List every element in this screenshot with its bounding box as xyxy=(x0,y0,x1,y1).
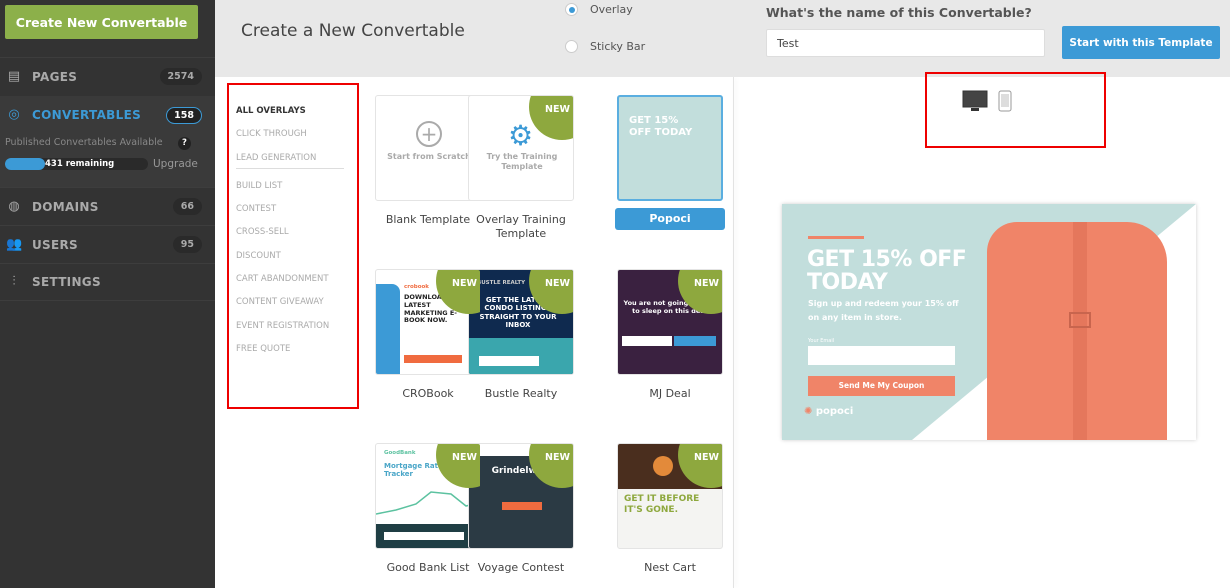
category-item[interactable]: CONTENT GIVEAWAY xyxy=(236,295,351,318)
category-item[interactable]: CONTEST xyxy=(236,202,351,225)
users-icon: 👥 xyxy=(6,236,23,252)
count-badge: 2574 xyxy=(159,68,202,85)
sidebar-item-settings[interactable]: ⫶ SETTINGS xyxy=(0,263,215,301)
template-card[interactable]: GET 15% OFF TODAY xyxy=(617,95,723,201)
template-card[interactable]: ⚙ Try the Training Template NEW xyxy=(468,95,574,201)
plus-icon: + xyxy=(416,121,442,147)
type-radio-overlay[interactable]: Overlay xyxy=(565,3,633,16)
thumbnail-text: Start from Scratch xyxy=(387,152,471,161)
remaining-text: 431 remaining xyxy=(45,159,115,169)
start-with-template-button[interactable]: Start with this Template xyxy=(1062,26,1220,59)
radio-label: Overlay xyxy=(590,3,633,16)
name-label: What's the name of this Convertable? xyxy=(766,5,1032,20)
sidebar-item-users[interactable]: 👥 USERS 95 xyxy=(0,225,215,263)
category-item[interactable]: CROSS-SELL xyxy=(236,225,351,248)
category-item[interactable]: CLICK THROUGH xyxy=(236,127,351,150)
category-item[interactable]: FREE QUOTE xyxy=(236,342,351,365)
divider xyxy=(733,77,734,588)
template-card[interactable]: Grindelwald NEW xyxy=(468,443,574,549)
accent-line xyxy=(808,236,864,239)
highlight-box xyxy=(925,72,1106,148)
category-item[interactable]: DISCOUNT xyxy=(236,249,351,272)
gear-icon: ⚙ xyxy=(508,119,534,152)
category-divider xyxy=(236,167,344,169)
upgrade-link[interactable]: Upgrade xyxy=(153,158,198,170)
template-card[interactable]: GET IT BEFORE IT'S GONE. NEW xyxy=(617,443,723,549)
new-badge: NEW xyxy=(529,96,573,140)
template-name: Nest Cart xyxy=(644,561,696,574)
sidebar-item-convertables[interactable]: ◎ CONVERTABLES 158 xyxy=(0,96,215,134)
template-name[interactable]: Popoci xyxy=(615,208,725,230)
count-badge: 95 xyxy=(172,236,202,253)
thumbnail-brand: crobook xyxy=(404,284,429,290)
header: Create a New Convertable Overlay Sticky … xyxy=(215,0,1230,77)
create-new-convertable-button[interactable]: Create New Convertable xyxy=(5,5,198,39)
template-name: MJ Deal xyxy=(649,387,691,400)
template-preview: GET 15% OFF TODAY Sign up and redeem you… xyxy=(782,204,1196,440)
thumbnail-brand: BUSTLE REALTY xyxy=(477,280,526,286)
type-radio-sticky-bar[interactable]: Sticky Bar xyxy=(565,40,645,53)
sidebar-item-label: USERS xyxy=(32,237,78,252)
coupon-button[interactable]: Send Me My Coupon xyxy=(808,376,955,396)
convertable-name-input[interactable] xyxy=(766,29,1045,57)
pages-icon: ▤ xyxy=(7,68,21,84)
progress-fill xyxy=(5,158,46,170)
template-name: Overlay Training Template xyxy=(476,213,566,240)
target-icon: ◎ xyxy=(8,107,20,122)
template-card[interactable]: You are not going to want to sleep on th… xyxy=(617,269,723,375)
new-badge: NEW xyxy=(436,444,480,488)
template-card[interactable]: GoodBank Mortgage Rates Tracker NEW xyxy=(375,443,481,549)
template-card[interactable]: BUSTLE REALTY GET THE LATEST CONDO LISTIN… xyxy=(468,269,574,375)
category-item[interactable]: EVENT REGISTRATION xyxy=(236,319,351,342)
preview-brand: ✺ popoci xyxy=(804,406,853,417)
template-name: Voyage Contest xyxy=(477,561,565,574)
sidebar-item-label: DOMAINS xyxy=(32,199,99,214)
desktop-icon[interactable] xyxy=(962,90,988,112)
email-input[interactable] xyxy=(808,346,955,365)
category-item[interactable]: LEAD GENERATION xyxy=(236,151,351,174)
template-card[interactable]: + Start from Scratch xyxy=(375,95,481,201)
globe-icon: ◍ xyxy=(8,198,20,214)
page-title: Create a New Convertable xyxy=(241,21,465,41)
sidebar-item-label: SETTINGS xyxy=(32,275,101,289)
template-name: Bustle Realty xyxy=(484,387,558,400)
thumbnail-brand: GoodBank xyxy=(384,450,416,456)
mobile-icon[interactable] xyxy=(998,90,1012,112)
count-badge: 158 xyxy=(166,106,202,124)
radio-label: Sticky Bar xyxy=(590,40,646,53)
radio-button[interactable] xyxy=(565,3,578,16)
sliders-icon: ⫶ xyxy=(12,274,16,289)
sidebar: Create New Convertable ▤ PAGES 2574 ◎ CO… xyxy=(0,0,215,588)
category-item[interactable]: CART ABANDONMENT xyxy=(236,272,351,295)
preview-headline: GET 15% OFF TODAY xyxy=(807,247,967,295)
remaining-progress-bar: 431 remaining xyxy=(5,158,148,170)
new-badge: NEW xyxy=(529,444,573,488)
radio-button[interactable] xyxy=(565,40,578,53)
thumbnail-text: Try the Training Template xyxy=(486,152,558,171)
brand-logo-icon: ✺ xyxy=(804,406,816,417)
published-label: Published Convertables Available xyxy=(5,137,163,148)
sidebar-item-domains[interactable]: ◍ DOMAINS 66 xyxy=(0,187,215,225)
preview-body: Sign up and redeem your 15% off on any i… xyxy=(808,299,959,322)
template-card[interactable]: crobook DOWNLOAD THE LATEST MARKETING E-B… xyxy=(375,269,481,375)
email-label: Your Email xyxy=(808,338,835,344)
brand-name: popoci xyxy=(815,406,854,417)
sidebar-item-label: CONVERTABLES xyxy=(32,108,142,122)
count-badge: 66 xyxy=(172,198,202,215)
category-item[interactable]: BUILD LIST xyxy=(236,179,351,202)
thumbnail-text: GET 15% OFF TODAY xyxy=(629,115,693,138)
thumbnail-text: GET IT BEFORE IT'S GONE. xyxy=(624,494,700,515)
convertables-section: ◎ CONVERTABLES 158 Published Convertable… xyxy=(0,96,215,187)
backpack-image xyxy=(987,222,1167,440)
sidebar-item-label: PAGES xyxy=(32,69,78,84)
category-item[interactable]: ALL OVERLAYS xyxy=(236,104,351,127)
device-toggle xyxy=(962,90,1012,112)
category-list: ALL OVERLAYS CLICK THROUGH LEAD GENERATION… xyxy=(236,104,351,365)
help-icon[interactable]: ? xyxy=(178,137,191,150)
sidebar-item-pages[interactable]: ▤ PAGES 2574 xyxy=(0,57,215,95)
